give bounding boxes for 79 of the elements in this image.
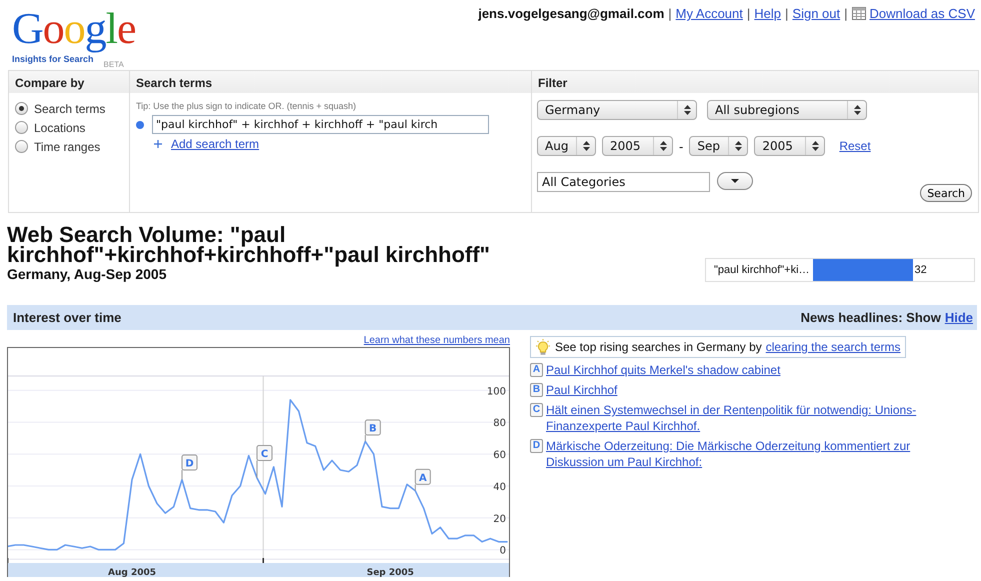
caret-icon <box>731 179 739 183</box>
month-select[interactable]: Aug <box>537 136 596 156</box>
year-select[interactable]: 2005 <box>602 136 673 156</box>
hide-link[interactable]: Hide <box>944 310 973 325</box>
axis-tick-label: 80 <box>493 418 506 430</box>
category-field[interactable]: All Categories <box>537 172 710 192</box>
add-term-link[interactable]: Add search term <box>171 137 260 151</box>
search-term-field[interactable]: "paul kirchhof" + kirchhof + kirchhoff + "paul kirch <box>152 115 489 134</box>
headline-link[interactable]: Paul Kirchhof <box>546 382 618 398</box>
updown-arrows-icon <box>812 141 819 151</box>
logo-subtitle: Insights for Search <box>12 54 94 64</box>
annotation: D <box>185 458 194 470</box>
updown-arrows-icon <box>854 105 860 115</box>
separator: | <box>844 6 848 21</box>
download-link[interactable]: Download as CSV <box>870 6 975 21</box>
headline-letter: D <box>530 439 543 453</box>
header-link[interactable]: Help <box>754 6 782 21</box>
section-heading: Compare by <box>15 76 84 90</box>
plus-icon <box>154 140 162 148</box>
radio-button[interactable] <box>15 121 28 134</box>
updown-arrows-icon <box>660 141 666 151</box>
learn-link[interactable]: Learn what these numbers mean <box>364 334 510 347</box>
clear-terms-link[interactable]: clearing the search terms <box>766 340 900 354</box>
lightbulb-icon <box>535 339 551 355</box>
search-button[interactable]: Search <box>920 184 972 202</box>
section-heading: Search terms <box>136 76 212 90</box>
user-email: jens.vogelgesang@gmail.com <box>478 6 664 21</box>
radio-button[interactable] <box>15 102 28 115</box>
logo-text: Google <box>12 4 136 54</box>
headline-link[interactable]: Hält einen Systemwechsel in der Rentenpolitik für notwendig: Unions-Finanzexperte Paul Kirchhof. <box>546 402 970 434</box>
table-icon <box>852 7 866 20</box>
country-select[interactable]: Germany <box>537 100 697 120</box>
year-select[interactable]: 2005 <box>754 136 826 156</box>
axis-tick-label: 20 <box>493 514 506 525</box>
axis-tick-label: 100 <box>486 386 506 398</box>
separator: | <box>668 6 672 21</box>
radio-label[interactable]: Search terms <box>34 102 106 116</box>
flag-label: A <box>414 468 431 492</box>
dropdown-button[interactable] <box>717 172 753 190</box>
annotation: B <box>369 423 377 434</box>
updown-arrows-icon <box>734 141 742 151</box>
headline-letter: C <box>530 403 543 417</box>
separator: | <box>785 6 788 21</box>
legend-label: "paul kirchhof"+ki… <box>714 264 810 276</box>
section-heading: Filter <box>538 76 568 90</box>
headline-letter: B <box>530 383 543 397</box>
header-link[interactable]: My Account <box>676 6 743 21</box>
radio-button[interactable] <box>15 140 28 153</box>
subregion-select[interactable]: All subregions <box>707 100 867 120</box>
updown-arrows-icon <box>684 105 690 115</box>
legend-value: 32 <box>914 264 927 276</box>
tip-text: Tip: Use the plus sign to indicate OR. (tennis + squash) <box>136 101 358 111</box>
reset-link[interactable]: Reset <box>839 139 871 153</box>
results-subtitle: Germany, Aug-Sep 2005 <box>7 266 167 282</box>
results-title: Web Search Volume: "paul kirchhof"+kirchhof+kirchhoff+"paul kirchhoff" <box>7 225 491 265</box>
beta-label: BETA <box>104 60 124 69</box>
month-select[interactable]: Sep <box>689 136 748 156</box>
separator: | <box>746 6 750 21</box>
axis-tick-label: 0 <box>500 546 506 557</box>
flag-label: D <box>182 454 198 480</box>
hint-text: See top rising searches in Germany by <box>555 340 762 354</box>
axis-tick-label: 60 <box>493 450 506 462</box>
annotation: A <box>418 472 427 484</box>
section-title: Interest over time <box>13 310 122 325</box>
updown-arrows-icon <box>582 141 590 151</box>
axis-tick-label: 40 <box>493 482 506 493</box>
headline-link[interactable]: Paul Kirchhof quits Merkel's shadow cabinet <box>546 362 780 378</box>
radio-label[interactable]: Time ranges <box>34 140 100 154</box>
headline-letter: A <box>530 363 543 377</box>
flag-label: C <box>256 444 272 478</box>
radio-label[interactable]: Locations <box>34 120 86 134</box>
axis-tick-label: Aug 2005 <box>108 568 156 577</box>
headline-link[interactable]: Märkische Oderzeitung: Die Märkische Oderzeitung kommentiert zur Diskussion um Paul Kirchhof: <box>546 438 970 470</box>
flag-label: B <box>364 419 381 442</box>
annotation: C <box>260 448 268 460</box>
header-link[interactable]: Sign out <box>792 6 840 21</box>
axis-tick-label: Sep 2005 <box>366 568 414 577</box>
range-separator: - <box>679 138 684 154</box>
news-label: News headlines: Show <box>800 310 941 325</box>
